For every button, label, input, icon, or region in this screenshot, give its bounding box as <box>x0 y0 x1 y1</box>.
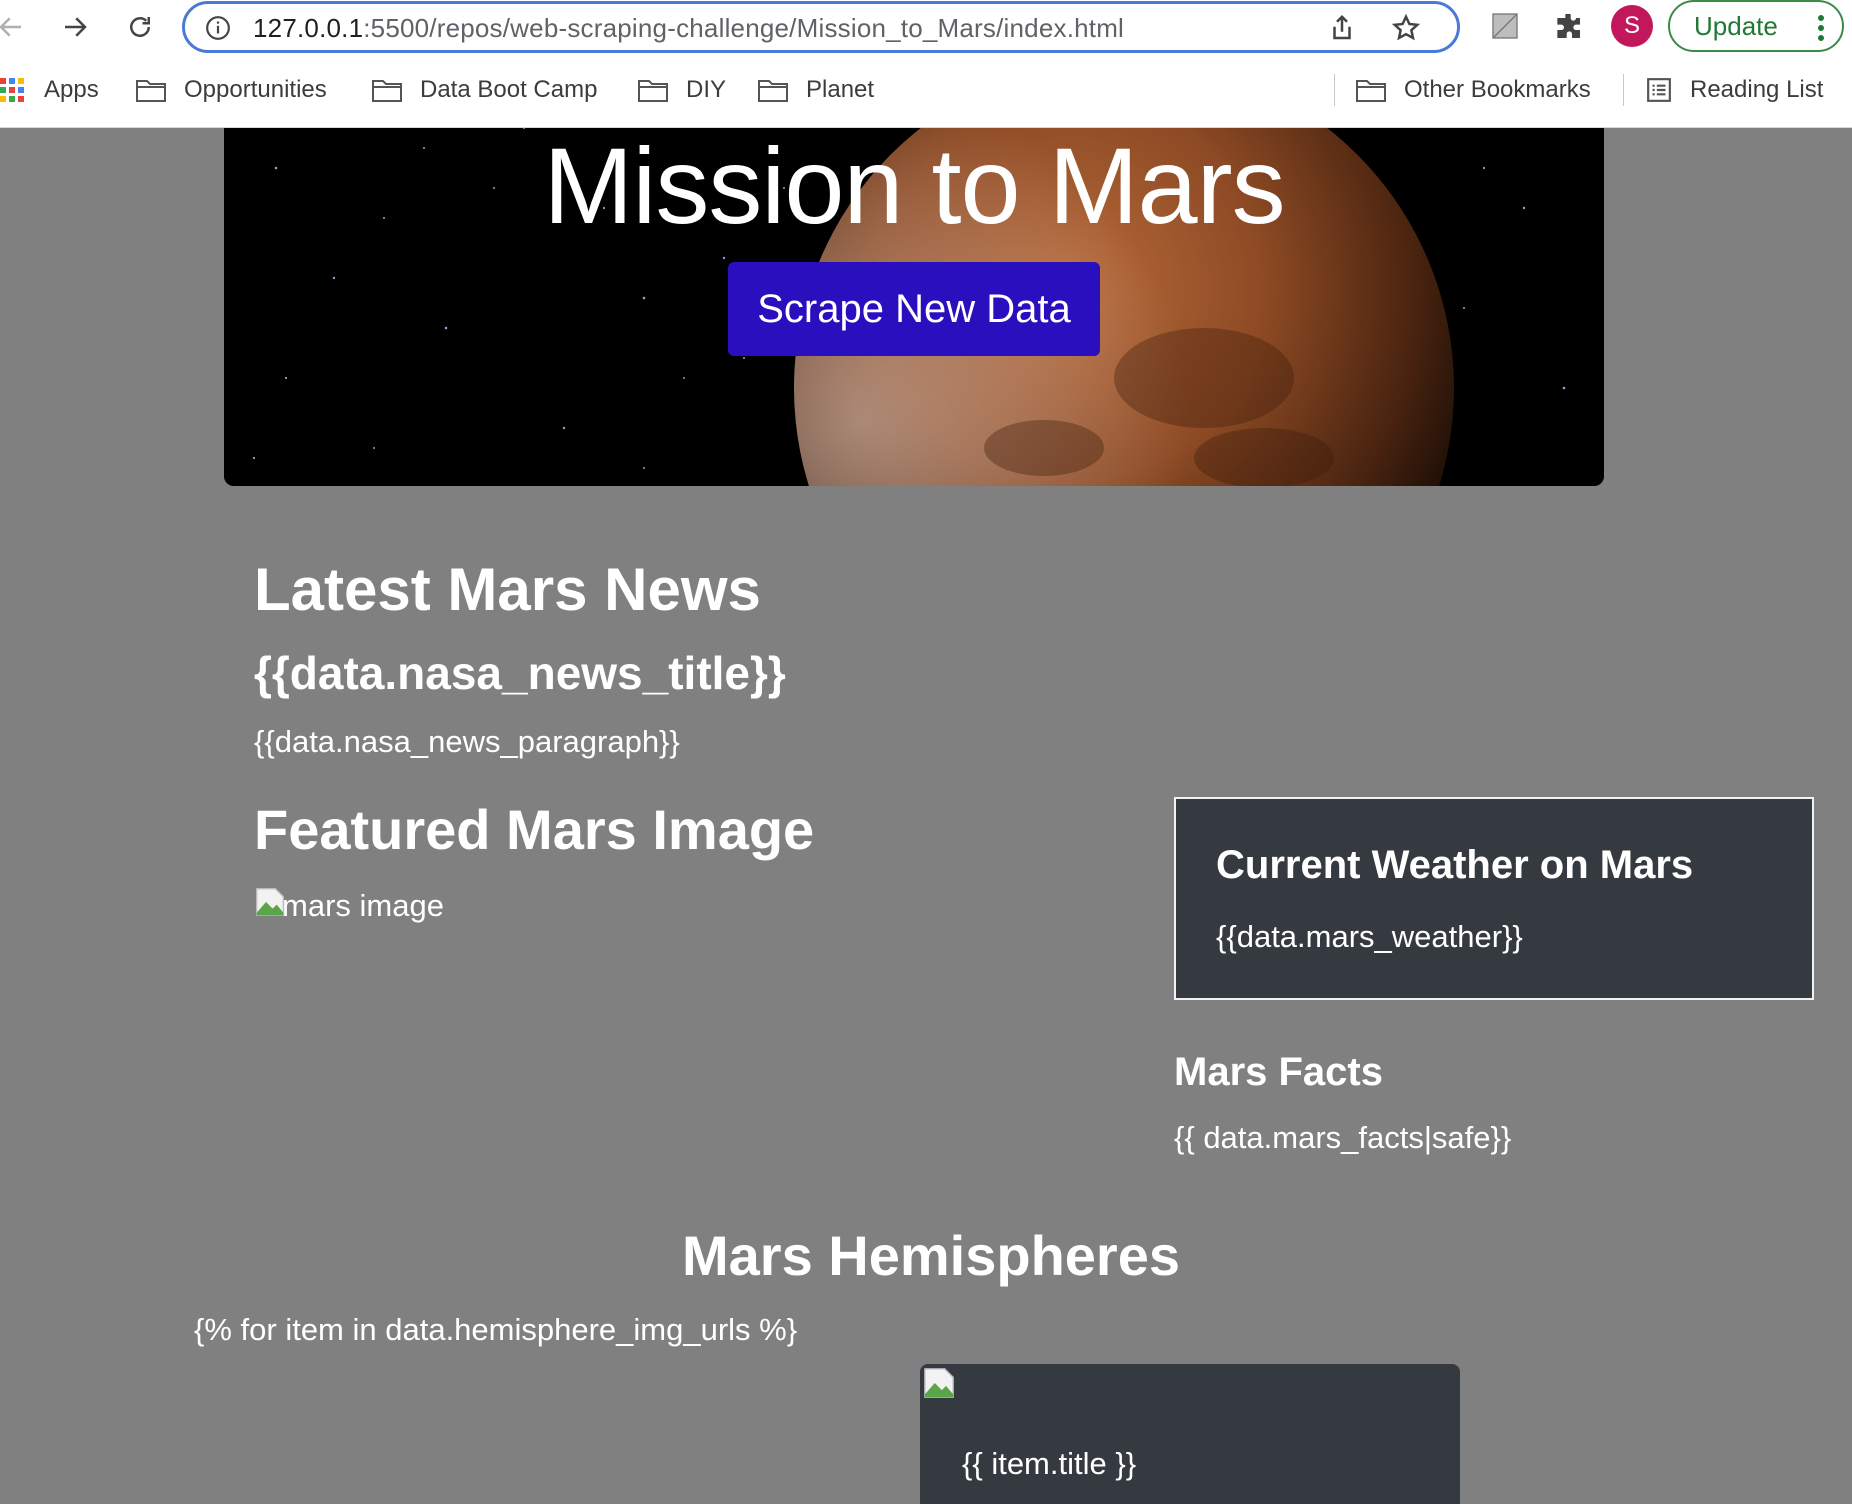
back-button[interactable] <box>0 6 32 48</box>
update-button[interactable]: Update <box>1668 0 1844 52</box>
bookmark-label: Other Bookmarks <box>1404 76 1591 103</box>
bookmark-label: Reading List <box>1690 76 1824 103</box>
weather-card: Current Weather on Mars {{data.mars_weat… <box>1174 797 1814 1000</box>
bookmarks-bar: Apps Opportunities Data Boot Camp DIY Pl… <box>0 72 1852 112</box>
share-icon[interactable] <box>1327 13 1357 43</box>
weather-heading: Current Weather on Mars <box>1216 843 1694 887</box>
featured-image-heading: Featured Mars Image <box>254 798 815 861</box>
hemisphere-card: {{ item.title }} <box>920 1364 1460 1504</box>
news-title: {{data.nasa_news_title}} <box>254 647 786 699</box>
reading-list[interactable]: Reading List <box>1646 72 1823 108</box>
mars-facts-value: {{ data.mars_facts|safe}} <box>1174 1120 1512 1155</box>
bookmark-planet[interactable]: Planet <box>758 72 874 108</box>
site-info-icon[interactable] <box>205 15 231 41</box>
url-text[interactable]: 127.0.0.1:5500/repos/web-scraping-challe… <box>253 13 1124 44</box>
news-paragraph: {{data.nasa_news_paragraph}} <box>254 724 680 759</box>
bookmark-label: Apps <box>44 76 99 103</box>
url-path: :5500/repos/web-scraping-challenge/Missi… <box>363 13 1125 43</box>
folder-icon <box>1356 80 1386 102</box>
folder-icon <box>758 80 788 102</box>
bookmarks-divider <box>1334 74 1335 106</box>
bookmark-diy[interactable]: DIY <box>638 72 726 108</box>
mars-facts-heading: Mars Facts <box>1174 1050 1383 1094</box>
update-label: Update <box>1694 10 1778 41</box>
menu-kebab-icon <box>1818 15 1824 41</box>
extension-tile-icon[interactable] <box>1489 10 1521 42</box>
hero-jumbotron: Mission to Mars Scrape New Data <box>224 128 1604 486</box>
folder-icon <box>136 80 166 102</box>
weather-value: {{data.mars_weather}} <box>1216 919 1523 954</box>
featured-mars-image: mars image <box>254 886 444 921</box>
image-alt-text: mars image <box>282 888 444 923</box>
hemispheres-heading: Mars Hemispheres <box>682 1224 1181 1287</box>
hemispheres-loop-text: {% for item in data.hemisphere_img_urls … <box>194 1312 798 1347</box>
url-host: 127.0.0.1 <box>253 13 364 43</box>
folder-icon <box>372 80 402 102</box>
reload-button[interactable] <box>119 6 161 48</box>
hemisphere-title: {{ item.title }} <box>962 1446 1137 1481</box>
reload-icon <box>130 17 150 37</box>
bookmark-label: Planet <box>806 76 875 103</box>
bookmark-apps[interactable]: Apps <box>0 72 99 108</box>
browser-toolbar: 127.0.0.1:5500/repos/web-scraping-challe… <box>0 0 1852 128</box>
address-bar[interactable]: 127.0.0.1:5500/repos/web-scraping-challe… <box>182 1 1460 53</box>
bookmark-data-boot-camp[interactable]: Data Boot Camp <box>372 72 597 108</box>
profile-avatar[interactable]: S <box>1611 5 1653 47</box>
bookmark-star-icon[interactable] <box>1391 13 1421 43</box>
extensions-puzzle-icon[interactable] <box>1552 10 1584 42</box>
latest-news-heading: Latest Mars News <box>254 556 761 623</box>
bookmark-other-bookmarks[interactable]: Other Bookmarks <box>1356 72 1591 108</box>
bookmark-label: Data Boot Camp <box>420 76 598 103</box>
folder-icon <box>638 80 668 102</box>
broken-image-icon <box>924 1368 954 1398</box>
bookmarks-divider <box>1623 74 1624 106</box>
bookmark-label: Opportunities <box>184 76 327 103</box>
forward-arrow-icon <box>65 17 87 37</box>
forward-button[interactable] <box>54 6 96 48</box>
apps-grid-icon <box>0 78 24 102</box>
page-title: Mission to Mars <box>543 128 1285 246</box>
bookmark-label: DIY <box>686 76 727 103</box>
back-arrow-icon <box>0 17 21 37</box>
reading-list-icon <box>1647 78 1671 102</box>
scrape-new-data-button[interactable]: Scrape New Data <box>728 262 1100 356</box>
bookmark-opportunities[interactable]: Opportunities <box>136 72 327 108</box>
